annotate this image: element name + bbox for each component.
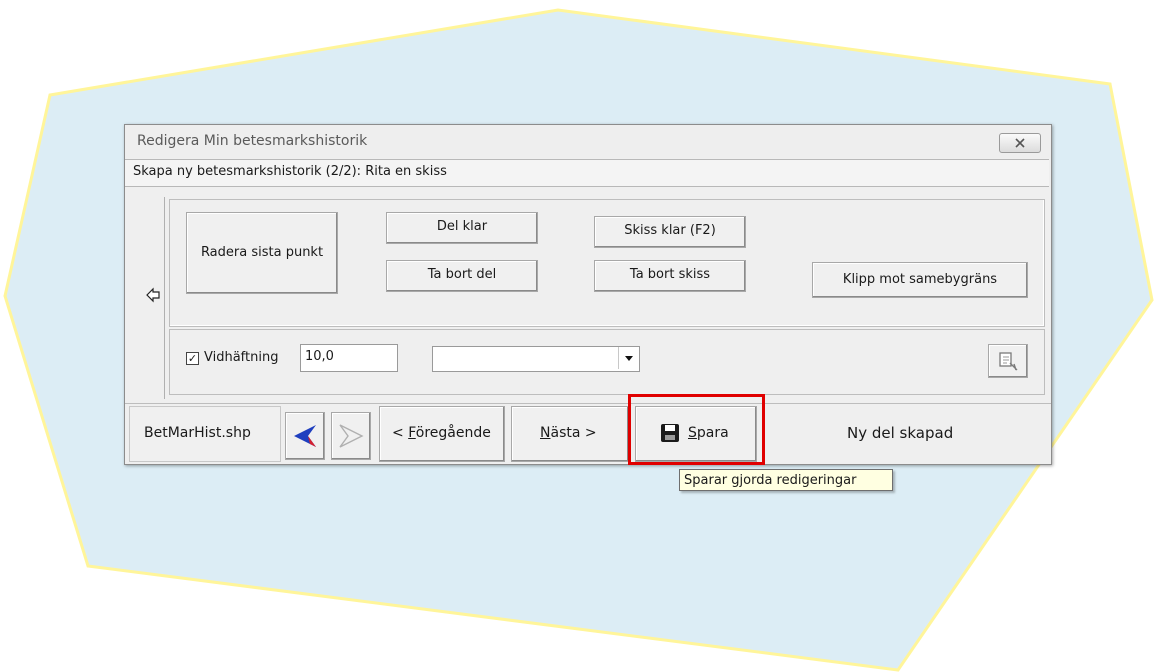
status-text: Ny del skapad (847, 424, 954, 442)
vidhaftning-checkbox[interactable]: ✓ (186, 352, 199, 365)
dialog-window: Redigera Min betesmarkshistorik Skapa ny… (124, 124, 1052, 465)
del-klar-label: Del klar (436, 219, 488, 234)
window-title: Redigera Min betesmarkshistorik (137, 133, 368, 149)
options-panel: ✓ Vidhäftning 10,0 (169, 329, 1045, 395)
skiss-klar-button[interactable]: Skiss klar (F2) (594, 216, 746, 248)
vidhaftning-label: Vidhäftning (204, 350, 279, 365)
spara-highlight (628, 394, 765, 465)
title-bar: Redigera Min betesmarkshistorik (125, 125, 1051, 158)
radera-sista-punkt-label: Radera sista punkt (200, 245, 324, 260)
file-name-box: BetMarHist.shp (129, 406, 281, 462)
back-panel[interactable] (141, 197, 165, 399)
close-button[interactable] (999, 133, 1041, 153)
grey-right-arrow-icon (339, 424, 364, 448)
step-header-text: Skapa ny betesmarkshistorik (2/2): Rita … (133, 164, 447, 179)
edit-tool-icon (999, 352, 1018, 371)
klipp-mot-samebygrans-label: Klipp mot samebygräns (842, 272, 998, 287)
nasta-button[interactable]: Nästa > (511, 406, 629, 462)
file-name: BetMarHist.shp (144, 425, 251, 441)
ta-bort-del-label: Ta bort del (427, 267, 497, 282)
foregaende-label: < Föregående (392, 425, 491, 441)
bottom-bar: BetMarHist.shp < Föregående Nästa > Spar… (125, 403, 1051, 465)
foregaende-button[interactable]: < Föregående (379, 406, 505, 462)
tool-panel: Radera sista punkt Del klar Ta bort del … (169, 199, 1045, 327)
step-header: Skapa ny betesmarkshistorik (2/2): Rita … (125, 159, 1049, 187)
chevron-down-icon (625, 356, 633, 361)
ta-bort-skiss-button[interactable]: Ta bort skiss (594, 260, 746, 292)
vidhaftning-input[interactable]: 10,0 (300, 344, 398, 372)
next-feature-button[interactable] (331, 412, 371, 460)
blue-left-arrow-icon (294, 425, 316, 447)
skiss-klar-label: Skiss klar (F2) (624, 223, 716, 238)
previous-feature-button[interactable] (285, 412, 325, 460)
radera-sista-punkt-button[interactable]: Radera sista punkt (186, 212, 338, 294)
layer-dropdown[interactable] (432, 346, 640, 372)
dropdown-arrow[interactable] (618, 347, 639, 369)
spara-tooltip: Sparar gjorda redigeringar (679, 469, 893, 491)
ta-bort-skiss-label: Ta bort skiss (629, 267, 711, 282)
nasta-label: Nästa > (540, 425, 597, 441)
klipp-mot-samebygrans-button[interactable]: Klipp mot samebygräns (812, 262, 1028, 298)
ta-bort-del-button[interactable]: Ta bort del (386, 260, 538, 292)
edit-tool-button[interactable] (988, 344, 1028, 378)
del-klar-button[interactable]: Del klar (386, 212, 538, 244)
back-arrow-icon[interactable] (145, 287, 161, 303)
close-icon (1015, 138, 1025, 148)
